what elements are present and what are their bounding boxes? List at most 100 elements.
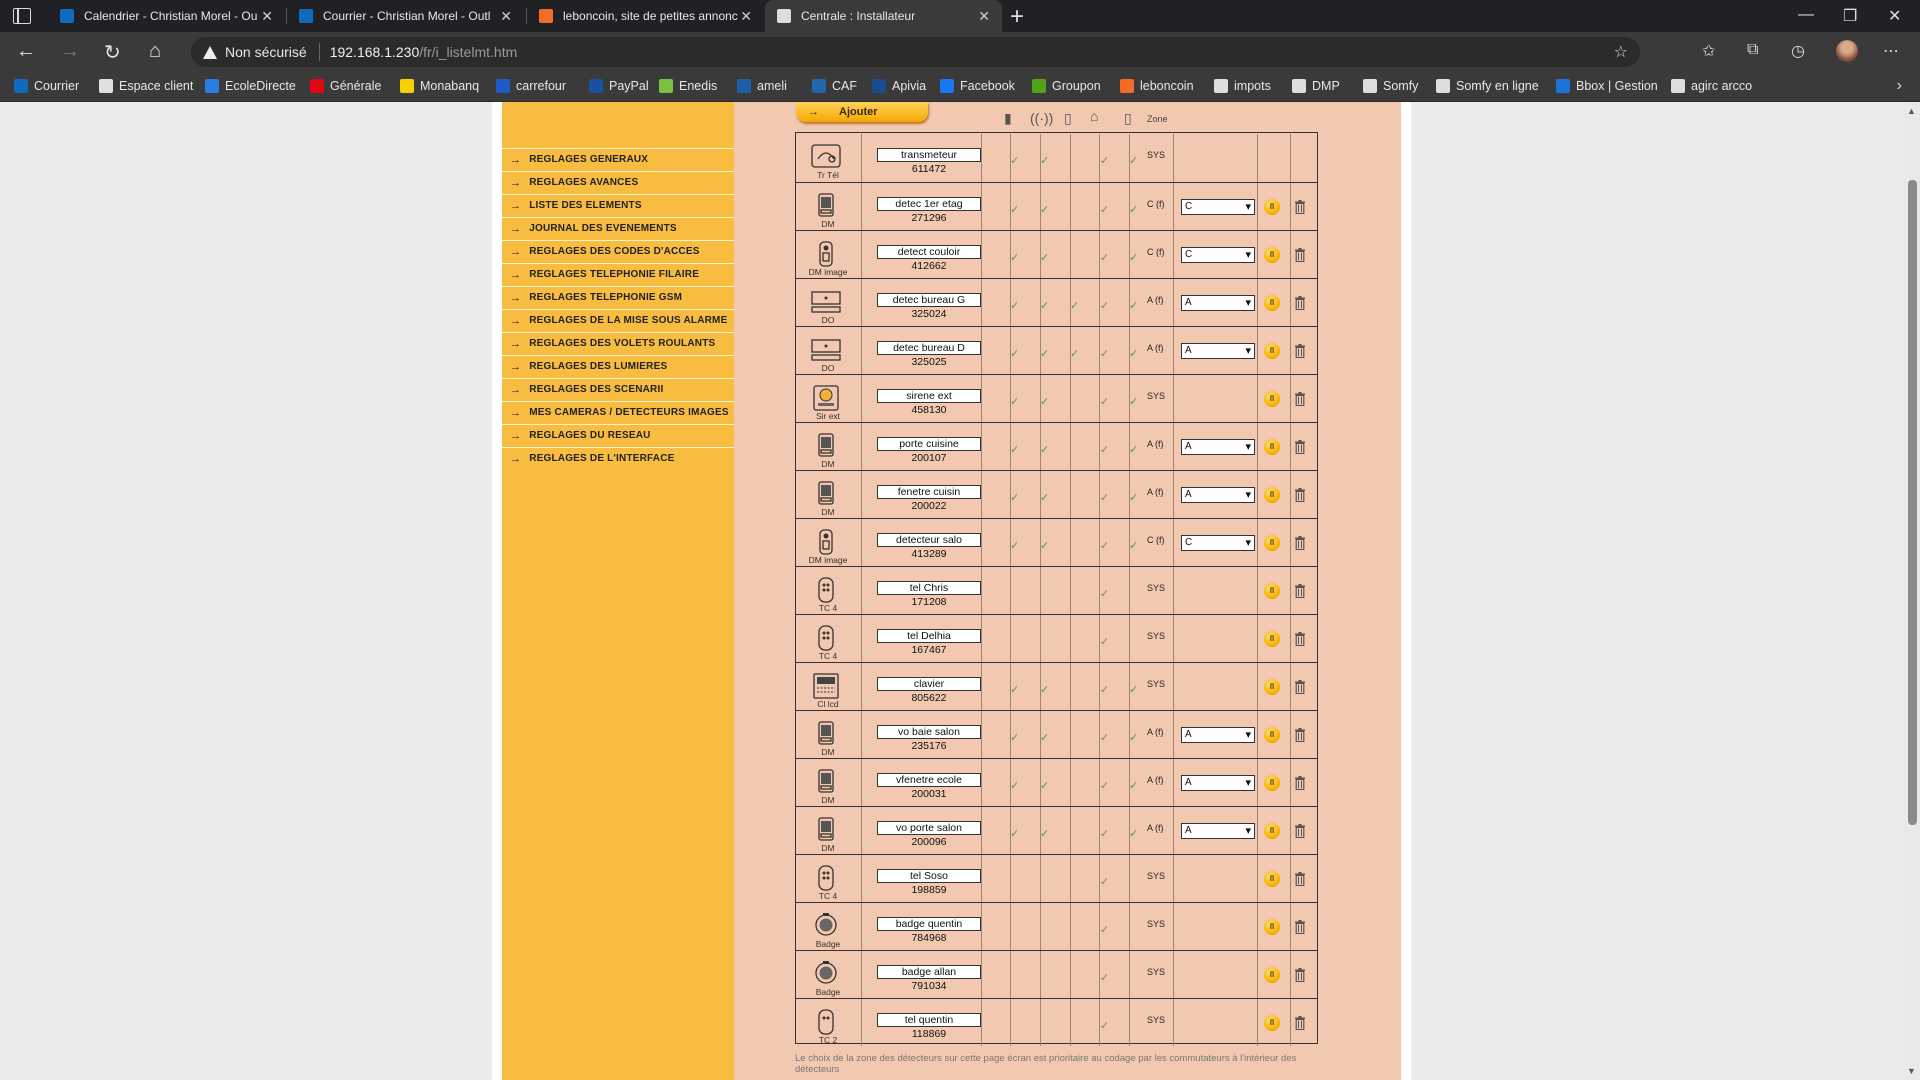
sidebar-menu-item[interactable]: → REGLAGES GENERAUX [502,148,734,170]
pause-button[interactable]: II [1264,391,1280,407]
url-field[interactable]: Non sécurisé 192.168.1.230 /fr/i_listelm… [191,37,1640,67]
zone-select[interactable]: C [1181,247,1255,263]
sidebar-menu-item[interactable]: → REGLAGES DES CODES D'ACCES [502,240,734,262]
device-name-field[interactable]: detecteur salo [877,533,981,547]
bookmark-item[interactable]: ameli [737,79,787,93]
forward-icon[interactable]: → [60,40,80,63]
device-name-field[interactable]: detec bureau D [877,341,981,355]
device-name-field[interactable]: badge allan [877,965,981,979]
trash-icon[interactable] [1295,824,1305,839]
bookmark-item[interactable]: Groupon [1032,79,1101,93]
sidebar-menu-item[interactable]: → REGLAGES TELEPHONIE GSM [502,286,734,308]
tab-close-icon[interactable]: ✕ [740,8,752,25]
pause-button[interactable]: II [1264,775,1280,791]
pause-button[interactable]: II [1264,1015,1280,1031]
more-menu-icon[interactable]: ⋯ [1883,41,1899,61]
pause-button[interactable]: II [1264,631,1280,647]
bookmark-item[interactable]: PayPal [589,79,649,93]
sidebar-menu-item[interactable]: → REGLAGES DU RESEAU [502,424,734,446]
zone-select[interactable]: C [1181,535,1255,551]
sidebar-menu-item[interactable]: → JOURNAL DES EVENEMENTS [502,217,734,239]
favorites-icon[interactable]: ✩ [1702,41,1715,61]
browser-tab[interactable]: Courrier - Christian Morel - Outl ✕ [287,0,524,32]
pause-button[interactable]: II [1264,247,1280,263]
bookmark-item[interactable]: Bbox | Gestion [1556,79,1658,93]
trash-icon[interactable] [1295,968,1305,983]
device-name-field[interactable]: sirene ext [877,389,981,403]
zone-select[interactable]: A [1181,487,1255,503]
bookmark-item[interactable]: Courrier [14,79,79,93]
tab-close-icon[interactable]: ✕ [500,8,512,25]
pause-button[interactable]: II [1264,679,1280,695]
bookmark-item[interactable]: Somfy [1363,79,1418,93]
reload-icon[interactable]: ↻ [104,40,121,65]
device-name-field[interactable]: porte cuisine [877,437,981,451]
sidebar-menu-item[interactable]: → MES CAMERAS / DETECTEURS IMAGES [502,401,734,423]
device-name-field[interactable]: detec 1er etag [877,197,981,211]
trash-icon[interactable] [1295,296,1305,311]
pause-button[interactable]: II [1264,487,1280,503]
zone-select[interactable]: A [1181,343,1255,359]
device-name-field[interactable]: tel quentin [877,1013,981,1027]
bookmark-item[interactable]: carrefour [496,79,566,93]
device-name-field[interactable]: vo baie salon [877,725,981,739]
device-name-field[interactable]: clavier [877,677,981,691]
trash-icon[interactable] [1295,680,1305,695]
bookmark-item[interactable]: Facebook [940,79,1015,93]
device-name-field[interactable]: transmeteur [877,148,981,162]
bookmark-item[interactable]: impots [1214,79,1271,93]
trash-icon[interactable] [1295,392,1305,407]
restore-icon[interactable]: ❐ [1843,6,1857,26]
bookmark-item[interactable]: agirc arcco [1671,79,1752,93]
pause-button[interactable]: II [1264,967,1280,983]
pause-button[interactable]: II [1264,583,1280,599]
tab-close-icon[interactable]: ✕ [261,8,273,25]
bookmark-item[interactable]: Enedis [659,79,717,93]
bookmark-item[interactable]: Générale [310,79,381,93]
trash-icon[interactable] [1295,1016,1305,1031]
zone-select[interactable]: A [1181,823,1255,839]
add-favorite-icon[interactable]: ☆ [1614,42,1628,62]
trash-icon[interactable] [1295,344,1305,359]
browser-tab[interactable]: leboncoin, site de petites annonc ✕ [527,0,764,32]
bookmark-item[interactable]: CAF [812,79,857,93]
pause-button[interactable]: II [1264,727,1280,743]
collections-icon[interactable]: ⧉ [1747,41,1758,59]
trash-icon[interactable] [1295,728,1305,743]
bookmark-item[interactable]: Monabanq [400,79,479,93]
trash-icon[interactable] [1295,488,1305,503]
zone-select[interactable]: A [1181,295,1255,311]
device-name-field[interactable]: fenetre cuisin [877,485,981,499]
history-icon[interactable]: ◷ [1791,41,1805,61]
sidebar-menu-item[interactable]: → REGLAGES DE LA MISE SOUS ALARME [502,309,734,331]
bookmarks-more-icon[interactable]: › [1897,77,1902,95]
sidebar-menu-item[interactable]: → REGLAGES DES LUMIERES [502,355,734,377]
device-name-field[interactable]: detec bureau G [877,293,981,307]
bookmark-item[interactable]: leboncoin [1120,79,1194,93]
sidebar-menu-item[interactable]: → REGLAGES AVANCES [502,171,734,193]
home-icon[interactable]: ⌂ [149,40,161,63]
trash-icon[interactable] [1295,536,1305,551]
device-name-field[interactable]: tel Soso [877,869,981,883]
device-name-field[interactable]: tel Delhia [877,629,981,643]
bookmark-item[interactable]: Espace client [99,79,193,93]
pause-button[interactable]: II [1264,535,1280,551]
pause-button[interactable]: II [1264,871,1280,887]
zone-select[interactable]: A [1181,727,1255,743]
pause-button[interactable]: II [1264,919,1280,935]
close-window-icon[interactable]: ✕ [1888,6,1901,26]
pause-button[interactable]: II [1264,199,1280,215]
pause-button[interactable]: II [1264,343,1280,359]
profile-avatar[interactable] [1836,40,1858,62]
zone-select[interactable]: A [1181,775,1255,791]
trash-icon[interactable] [1295,584,1305,599]
sidebar-menu-item[interactable]: → REGLAGES TELEPHONIE FILAIRE [502,263,734,285]
device-name-field[interactable]: vfenetre ecole [877,773,981,787]
zone-select[interactable]: A [1181,439,1255,455]
trash-icon[interactable] [1295,872,1305,887]
bookmark-item[interactable]: Somfy en ligne [1436,79,1539,93]
bookmark-item[interactable]: EcoleDirecte [205,79,296,93]
trash-icon[interactable] [1295,200,1305,215]
tab-close-icon[interactable]: ✕ [978,8,990,25]
zone-select[interactable]: C [1181,199,1255,215]
